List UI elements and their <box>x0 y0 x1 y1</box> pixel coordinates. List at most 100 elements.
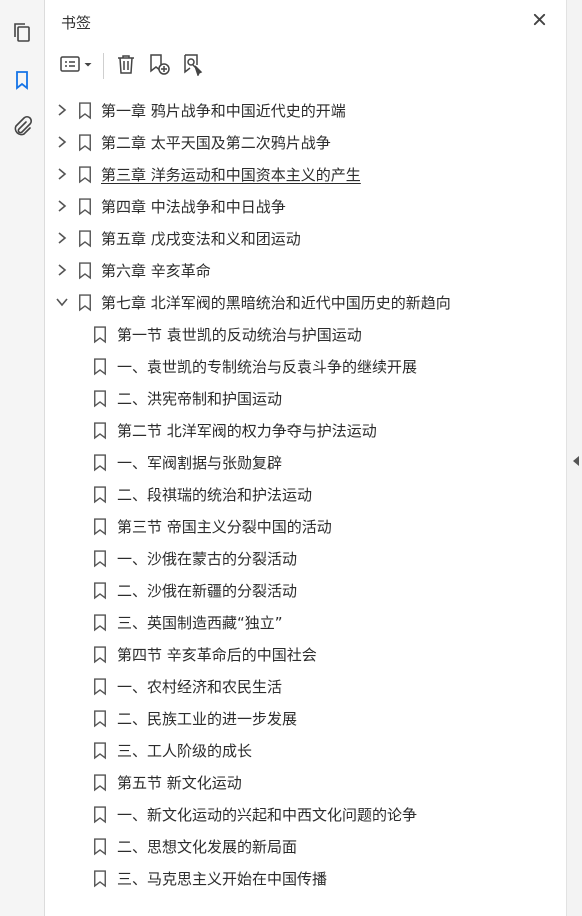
bookmark-icon <box>77 228 93 248</box>
bookmark-item[interactable]: 第四章 中法战争和中日战争 <box>45 190 566 222</box>
chevron-right-icon[interactable] <box>55 263 69 277</box>
bookmark-item[interactable]: 三、工人阶级的成长 <box>45 734 566 766</box>
bookmark-item[interactable]: 第三节 帝国主义分裂中国的活动 <box>45 510 566 542</box>
bookmark-item[interactable]: 二、民族工业的进一步发展 <box>45 702 566 734</box>
bookmarks-panel: 书签 第一章 鸦片战争和中国近代史的开端 第二章 太平天国及第二次鸦片战争 第三… <box>45 0 566 916</box>
bookmark-label: 第四节 辛亥革命后的中国社会 <box>117 645 317 664</box>
close-panel-button[interactable] <box>528 10 550 32</box>
bookmark-item[interactable]: 一、新文化运动的兴起和中西文化问题的论争 <box>45 798 566 830</box>
bookmark-item[interactable]: 二、洪宪帝制和护国运动 <box>45 382 566 414</box>
bookmark-icon <box>92 516 108 536</box>
bookmark-icon <box>92 740 108 760</box>
bookmark-label: 三、英国制造西藏“独立” <box>117 613 283 632</box>
bookmark-icon <box>92 836 108 856</box>
bookmark-item[interactable]: 第一节 袁世凯的反动统治与护国运动 <box>45 318 566 350</box>
bookmarks-button[interactable] <box>8 68 36 96</box>
add-bookmark-button[interactable] <box>176 52 210 80</box>
bookmark-item[interactable]: 一、军阀割据与张勋复辟 <box>45 446 566 478</box>
bookmark-label: 一、沙俄在蒙古的分裂活动 <box>117 549 298 568</box>
panel-title: 书签 <box>61 14 92 32</box>
bookmark-icon <box>92 484 108 504</box>
trash-icon <box>115 53 137 79</box>
bookmark-icon <box>92 324 108 344</box>
bookmark-icon <box>77 100 93 120</box>
bookmark-item[interactable]: 三、英国制造西藏“独立” <box>45 606 566 638</box>
attachments-button[interactable] <box>8 114 36 142</box>
bookmark-item[interactable]: 第二节 北洋军阀的权力争夺与护法运动 <box>45 414 566 446</box>
bookmark-label: 一、袁世凯的专制统治与反袁斗争的继续开展 <box>117 357 418 376</box>
bookmarks-toolbar <box>57 50 210 82</box>
bookmark-label: 第七章 北洋军阀的黑暗统治和近代中国历史的新趋向 <box>101 293 451 312</box>
chevron-down-icon[interactable] <box>55 295 69 309</box>
pages-icon <box>11 21 33 47</box>
bookmark-item[interactable]: 第七章 北洋军阀的黑暗统治和近代中国历史的新趋向 <box>45 286 566 318</box>
bookmark-label: 一、军阀割据与张勋复辟 <box>117 453 283 472</box>
bookmark-item[interactable]: 二、思想文化发展的新局面 <box>45 830 566 862</box>
bookmark-icon <box>11 69 33 95</box>
bookmark-tree: 第一章 鸦片战争和中国近代史的开端 第二章 太平天国及第二次鸦片战争第三章 洋务运… <box>45 94 566 894</box>
bookmark-icon <box>92 772 108 792</box>
bookmark-item[interactable]: 第五章 戊戌变法和义和团运动 <box>45 222 566 254</box>
bookmark-label: 三、工人阶级的成长 <box>117 741 253 760</box>
bookmark-icon <box>92 580 108 600</box>
chevron-right-icon[interactable] <box>55 103 69 117</box>
left-tool-rail <box>0 0 45 916</box>
bookmark-icon <box>77 164 93 184</box>
bookmark-item[interactable]: 一、袁世凯的专制统治与反袁斗争的继续开展 <box>45 350 566 382</box>
bookmark-label: 第三节 帝国主义分裂中国的活动 <box>117 517 332 536</box>
chevron-right-icon[interactable] <box>55 231 69 245</box>
bookmark-label: 第五章 戊戌变法和义和团运动 <box>101 229 301 248</box>
chevron-right-icon[interactable] <box>55 135 69 149</box>
bookmark-icon <box>77 292 93 312</box>
bookmark-label: 第六章 辛亥革命 <box>101 261 211 280</box>
bookmark-label: 第二章 太平天国及第二次鸦片战争 <box>101 133 331 152</box>
pages-button[interactable] <box>8 20 36 48</box>
panel-edge <box>566 0 582 916</box>
bookmark-icon <box>92 548 108 568</box>
bookmark-item[interactable]: 第五节 新文化运动 <box>45 766 566 798</box>
bookmark-label: 第四章 中法战争和中日战争 <box>101 197 286 216</box>
bookmark-icon <box>92 612 108 632</box>
bookmark-item[interactable]: 第六章 辛亥革命 <box>45 254 566 286</box>
attachment-icon <box>11 115 33 141</box>
bookmark-item[interactable]: 三、马克思主义开始在中国传播 <box>45 862 566 894</box>
bookmark-item[interactable]: 第四节 辛亥革命后的中国社会 <box>45 638 566 670</box>
bookmark-label: 第三章 洋务运动和中国资本主义的产生 <box>101 165 361 184</box>
bookmark-item[interactable]: 一、沙俄在蒙古的分裂活动 <box>45 542 566 574</box>
bookmark-label: 第一节 袁世凯的反动统治与护国运动 <box>117 325 362 344</box>
bookmark-label: 二、沙俄在新疆的分裂活动 <box>117 581 298 600</box>
bookmark-icon <box>77 196 93 216</box>
bookmark-icon <box>92 356 108 376</box>
bookmark-item[interactable]: 第三章 洋务运动和中国资本主义的产生 <box>45 158 566 190</box>
chevron-right-icon[interactable] <box>55 167 69 181</box>
bookmark-item[interactable]: 第二章 太平天国及第二次鸦片战争 <box>45 126 566 158</box>
bookmark-label: 第五节 新文化运动 <box>117 773 242 792</box>
bookmark-icon <box>92 420 108 440</box>
new-bookmark-button[interactable] <box>142 52 176 80</box>
bookmark-item[interactable]: 二、沙俄在新疆的分裂活动 <box>45 574 566 606</box>
bookmark-label: 二、段祺瑞的统治和护法运动 <box>117 485 313 504</box>
collapse-panel-handle[interactable] <box>572 452 580 466</box>
bookmark-item[interactable]: 一、农村经济和农民生活 <box>45 670 566 702</box>
add-bookmark-icon <box>181 52 205 80</box>
chevron-right-icon[interactable] <box>55 199 69 213</box>
bookmark-label: 第二节 北洋军阀的权力争夺与护法运动 <box>117 421 377 440</box>
bookmark-icon <box>92 452 108 472</box>
bookmark-icon <box>92 868 108 888</box>
bookmark-item[interactable]: 第一章 鸦片战争和中国近代史的开端 <box>45 94 566 126</box>
bookmark-label: 二、思想文化发展的新局面 <box>117 837 298 856</box>
bookmark-icon <box>77 260 93 280</box>
bookmark-item[interactable]: 二、段祺瑞的统治和护法运动 <box>45 478 566 510</box>
close-icon <box>532 12 547 31</box>
toolbar-divider <box>103 53 104 79</box>
bookmark-label: 二、洪宪帝制和护国运动 <box>117 389 283 408</box>
bookmark-label: 二、民族工业的进一步发展 <box>117 709 298 728</box>
options-menu-button[interactable] <box>57 52 97 80</box>
delete-bookmark-button[interactable] <box>110 52 142 80</box>
bookmark-icon <box>92 708 108 728</box>
options-menu-icon <box>57 53 97 79</box>
bookmark-icon <box>92 644 108 664</box>
bookmark-label: 第一章 鸦片战争和中国近代史的开端 <box>101 101 346 120</box>
bookmark-icon <box>77 132 93 152</box>
bookmark-icon <box>92 388 108 408</box>
